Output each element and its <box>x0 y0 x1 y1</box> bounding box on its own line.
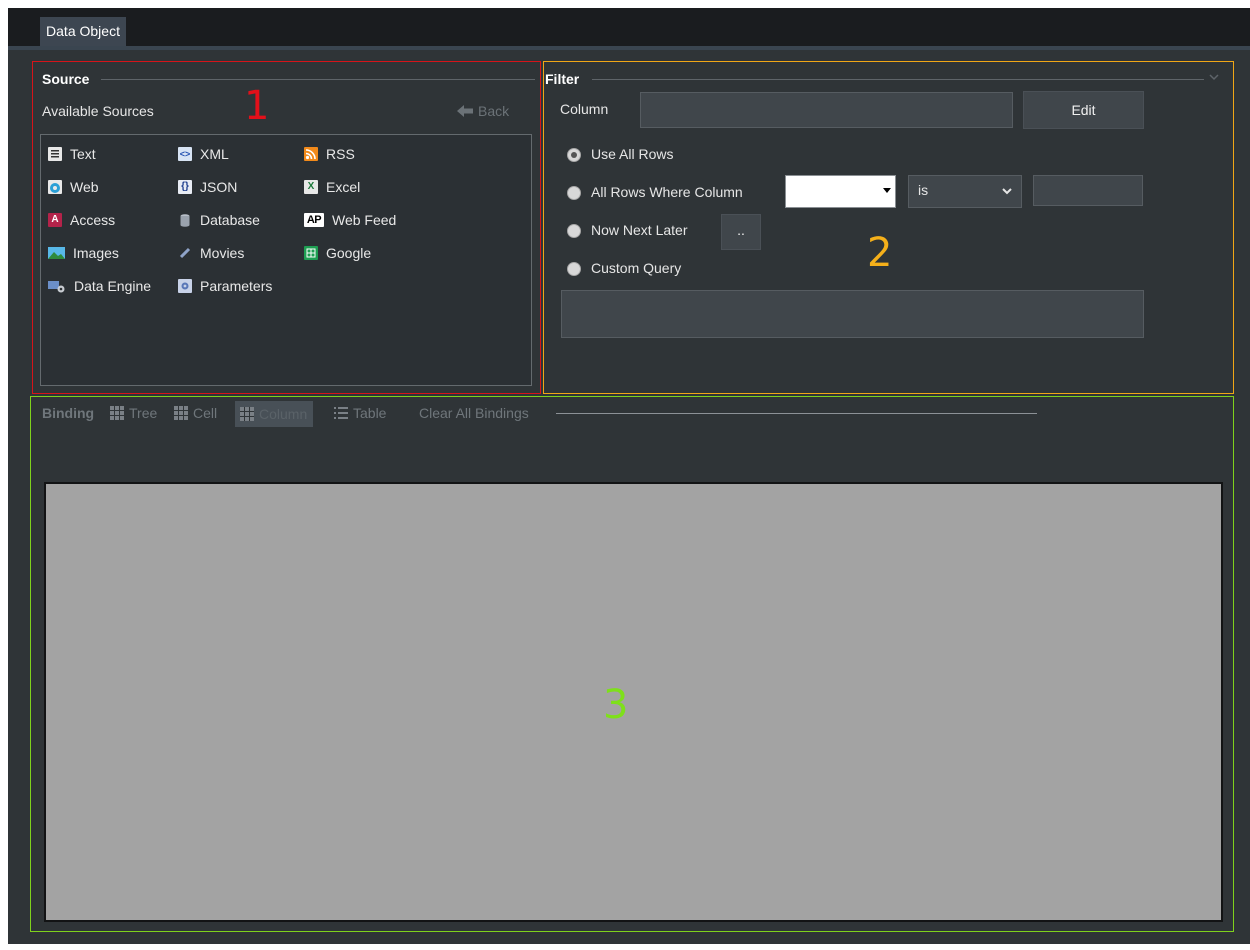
annotation-box-3 <box>30 396 1234 932</box>
tab-data-object[interactable]: Data Object <box>40 17 126 46</box>
tab-strip: Data Object <box>8 8 1250 46</box>
annotation-box-1 <box>32 61 541 394</box>
annotation-number-2: 2 <box>867 230 893 276</box>
annotation-number-1: 1 <box>244 83 270 129</box>
annotation-box-2 <box>543 61 1234 394</box>
annotation-number-3: 3 <box>603 682 629 728</box>
